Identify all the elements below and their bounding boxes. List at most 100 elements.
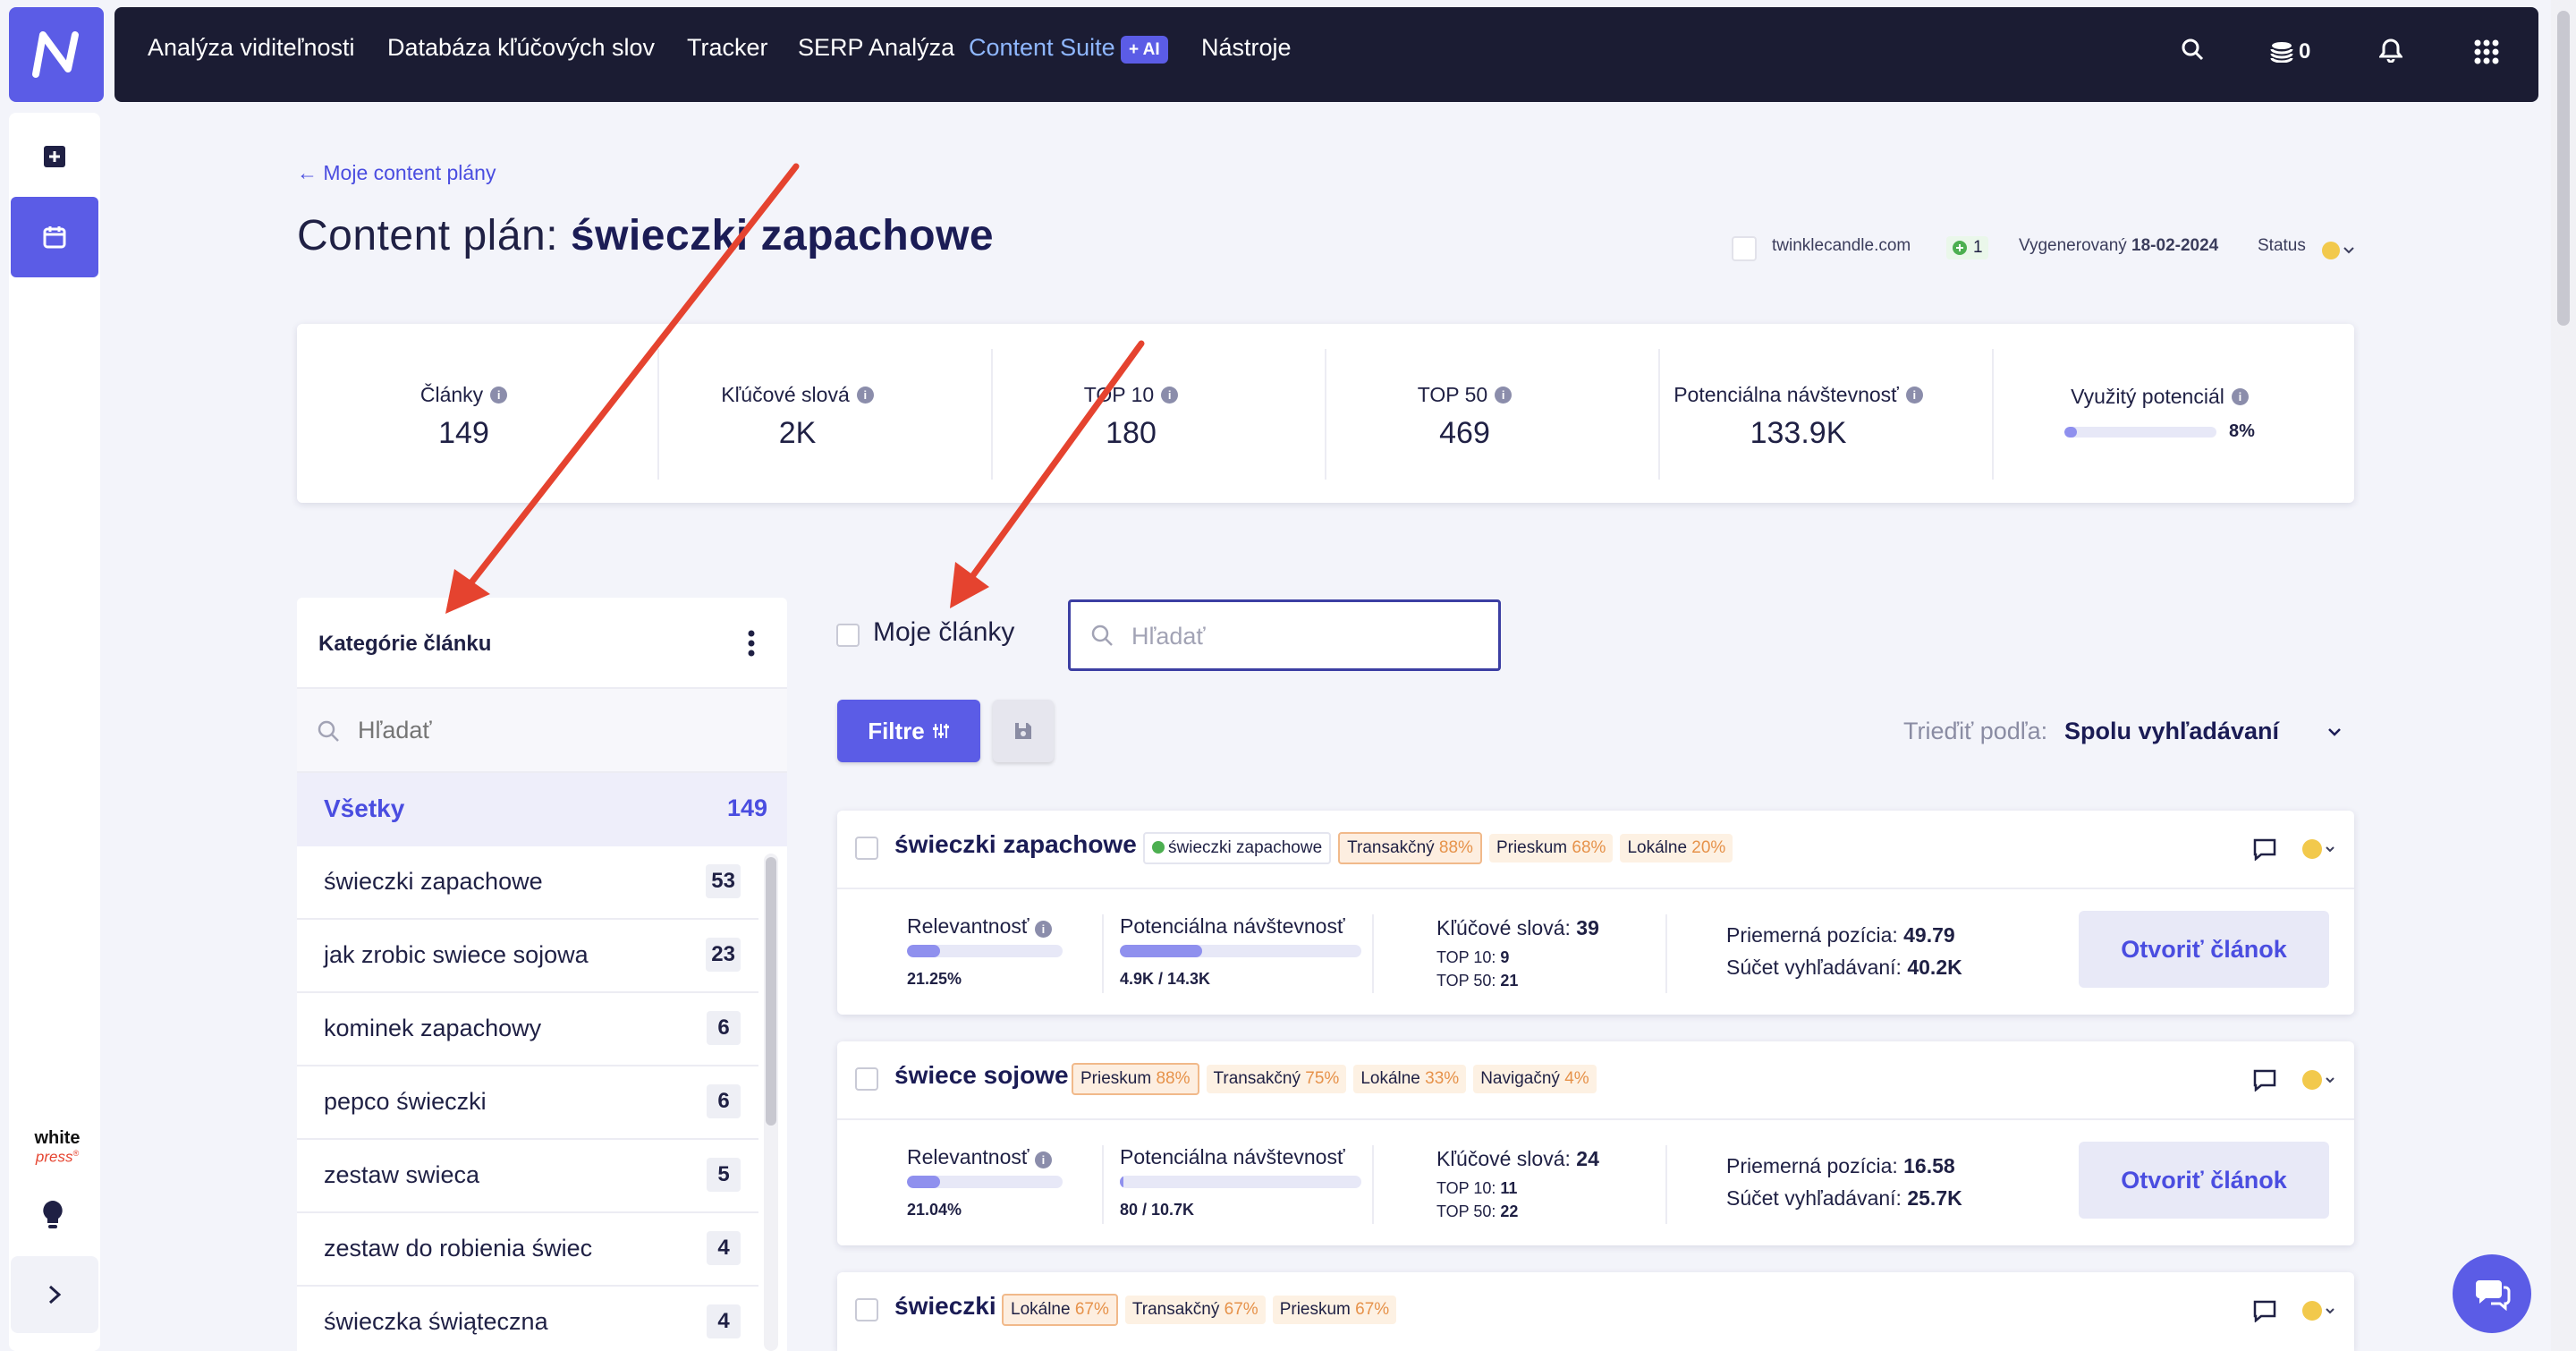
category-scrollbar-thumb[interactable] [766, 857, 776, 1126]
expand-rail-button[interactable] [11, 1256, 98, 1333]
chevron-down-icon[interactable] [2327, 725, 2342, 741]
article-search-field[interactable] [1068, 599, 1501, 671]
nav-tools[interactable]: Nástroje [1201, 0, 1292, 95]
coins-icon [2270, 42, 2293, 63]
apps-grid-icon[interactable] [2474, 39, 2499, 69]
sort-label: Trieďiť podľa: [1903, 718, 2048, 744]
intent-tag: Transakčný 75% [1206, 1065, 1347, 1093]
relevance-bar [907, 945, 1063, 957]
category-item[interactable]: pepco świeczki 6 [297, 1066, 758, 1140]
intent-tag: Prieskum 67% [1272, 1296, 1397, 1324]
logo-n-icon [32, 31, 79, 78]
nav-tracker[interactable]: Tracker [687, 0, 768, 95]
comment-icon[interactable] [2252, 1068, 2277, 1096]
comment-icon[interactable] [2252, 1299, 2277, 1327]
info-icon: i [490, 387, 508, 404]
chevron-down-icon [2343, 247, 2354, 254]
keywords-count: Kľúčové slová: 24 [1436, 1147, 1599, 1170]
save-icon [1015, 723, 1031, 739]
category-item[interactable]: świeczki zapachowe 53 [297, 846, 758, 920]
intent-tag: Lokálne 33% [1353, 1065, 1467, 1093]
plus-square-icon [44, 146, 65, 167]
article-status-dropdown[interactable] [2302, 839, 2334, 859]
chevron-down-icon [2326, 1076, 2334, 1083]
open-article-button[interactable]: Otvoriť článok [2079, 911, 2329, 988]
article-card: świeczki Lokálne 67% Transakčný 67% Prie… [837, 1272, 2354, 1351]
article-status-dropdown[interactable] [2302, 1070, 2334, 1090]
article-title[interactable]: świece sojowe [894, 1061, 1069, 1090]
search-icon [318, 720, 339, 742]
domain-name: twinklecandle.com [1772, 236, 1911, 255]
nav-serp-analysis[interactable]: SERP Analýza [798, 0, 954, 95]
intent-tag: Prieskum 88% [1072, 1063, 1199, 1095]
top10-count: TOP 10: 11 [1436, 1179, 1518, 1197]
category-item[interactable]: jak zrobic swiece sojowa 23 [297, 920, 758, 993]
app-logo[interactable] [9, 7, 104, 102]
status-dropdown[interactable] [2322, 242, 2354, 259]
save-filter-button[interactable] [993, 700, 1054, 762]
article-checkbox[interactable] [855, 1298, 878, 1321]
category-item[interactable]: kominek zapachowy 6 [297, 993, 758, 1066]
article-checkbox[interactable] [855, 1067, 878, 1091]
chevron-down-icon [2326, 845, 2334, 852]
info-icon: i [1034, 921, 1052, 938]
page-title-keyword: świeczki zapachowe [570, 212, 995, 259]
categories-panel: Kategórie článku Všetky 149 świeczki zap… [297, 598, 787, 1351]
article-title[interactable]: świeczki [894, 1292, 996, 1321]
category-all[interactable]: Všetky 149 [297, 773, 787, 846]
category-search-field[interactable] [297, 689, 787, 773]
open-article-button[interactable]: Otvoriť článok [2079, 1142, 2329, 1219]
nav-visibility-analysis[interactable]: Analýza viditeľnosti [148, 0, 355, 95]
stats-panel: Články i 149 Kľúčové slová i 2K TOP 10 i 18… [297, 324, 2354, 503]
my-articles-label[interactable]: Moje články [873, 617, 1014, 648]
category-item[interactable]: świeczka świąteczna 4 [297, 1287, 758, 1351]
content-plan-nav[interactable] [11, 197, 98, 277]
competitors-count[interactable]: 1 [1946, 236, 1988, 259]
notifications-bell-icon[interactable] [2378, 38, 2403, 67]
filters-button[interactable]: Filtre [837, 700, 980, 762]
nav-keyword-database[interactable]: Databáza kľúčových slov [387, 0, 655, 95]
more-options-icon[interactable] [748, 630, 755, 661]
article-status-dropdown[interactable] [2302, 1301, 2334, 1321]
domain-favicon [1732, 236, 1757, 261]
stat-articles: Články i 149 [297, 324, 631, 503]
stat-top50: TOP 50 i 469 [1298, 324, 1631, 503]
info-icon: i [1495, 387, 1513, 404]
category-search-input[interactable] [358, 712, 751, 748]
page-scrollbar-thumb[interactable] [2557, 11, 2570, 326]
generated-date: Vygenerovaný 18-02-2024 [2019, 236, 2219, 255]
search-icon[interactable] [2181, 38, 2204, 65]
avg-position: Priemerná pozícia: 16.58 [1726, 1154, 1955, 1177]
sliders-icon [932, 724, 949, 738]
intent-tag: Prieskum 68% [1488, 834, 1614, 862]
sort-select[interactable]: Spolu vyhľadávaní [2064, 718, 2279, 745]
relevance-label: Relevantnosť i [907, 914, 1052, 939]
top50-count: TOP 50: 21 [1436, 972, 1519, 990]
category-item[interactable]: zestaw do robienia świec 4 [297, 1213, 758, 1287]
plus-circle-icon [1953, 241, 1967, 255]
article-search-input[interactable] [1131, 618, 1489, 654]
comment-icon[interactable] [2252, 837, 2277, 865]
top10-count: TOP 10: 9 [1436, 948, 1510, 966]
chevron-down-icon [2326, 1307, 2334, 1313]
back-to-content-plans-link[interactable]: ← Moje content plány [297, 161, 496, 185]
article-title[interactable]: świeczki zapachowe [894, 830, 1137, 859]
add-button[interactable] [11, 116, 98, 197]
total-searches: Súčet vyhľadávaní: 40.2K [1726, 956, 1962, 979]
intent-tag: Transakčný 88% [1338, 832, 1482, 864]
credits-indicator[interactable]: 0 [2270, 39, 2310, 64]
ai-badge: + AI [1121, 36, 1168, 64]
status-dot [2302, 1301, 2322, 1321]
whitepress-logo[interactable]: white press® [30, 1129, 84, 1165]
traffic-bar [1120, 1176, 1361, 1188]
relevance-value: 21.25% [907, 970, 962, 988]
nav-content-suite[interactable]: Content Suite [969, 0, 1115, 95]
lightbulb-icon[interactable] [39, 1199, 66, 1236]
my-articles-checkbox[interactable] [836, 624, 860, 647]
chat-icon [2476, 1280, 2511, 1311]
article-checkbox[interactable] [855, 837, 878, 860]
category-item[interactable]: zestaw swieca 5 [297, 1140, 758, 1213]
chevron-right-icon [48, 1285, 62, 1304]
chat-support-button[interactable] [2453, 1254, 2531, 1333]
relevance-label: Relevantnosť i [907, 1145, 1052, 1169]
